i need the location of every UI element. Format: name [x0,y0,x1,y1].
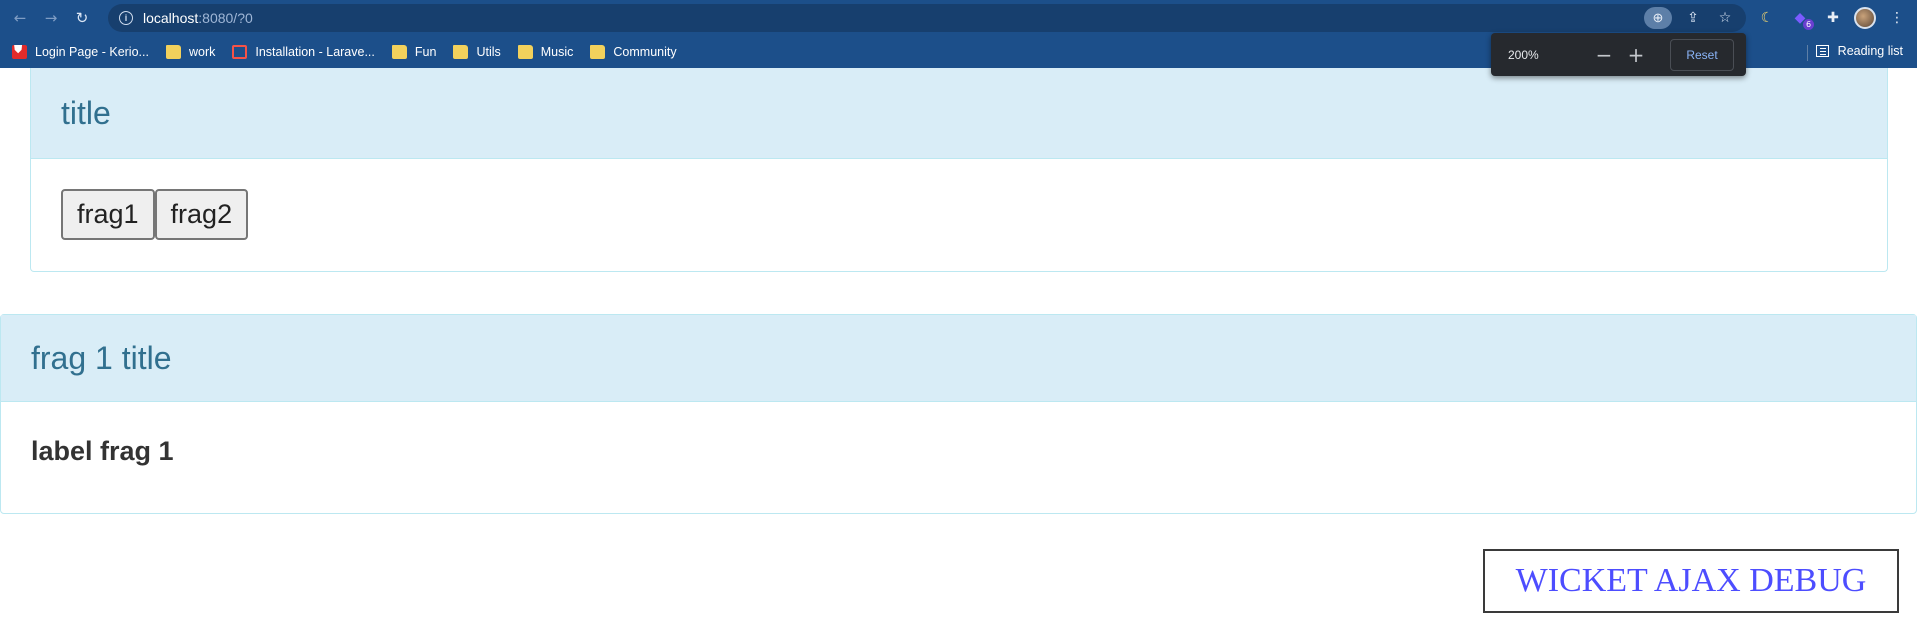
url-host: localhost [143,10,199,26]
bookmark-label: Installation - Larave... [255,45,375,59]
bookmark-work[interactable]: work [165,45,216,59]
bookmark-label: work [188,45,216,59]
zoom-reset-button[interactable]: Reset [1670,38,1734,71]
reading-list-button[interactable]: Reading list [1815,44,1903,58]
dark-mode-moon-icon[interactable]: ☾ [1755,6,1779,30]
zoom-level: 200% [1508,47,1539,62]
folder-icon [453,45,469,59]
bookmark-label: Login Page - Kerio... [35,45,149,59]
bookmark-community[interactable]: Community [590,45,677,59]
address-bar[interactable]: i localhost:8080/?0 ⊕ ⇪ ☆ [108,4,1746,32]
browser-toolbar: ← → ↻ i localhost:8080/?0 ⊕ ⇪ ☆ ☾ ◆ 6 ✚ ⋮ [0,0,1917,36]
bookmark-utils[interactable]: Utils [453,45,501,59]
extension-icon[interactable]: ◆ 6 [1788,6,1814,30]
fragment-label: label frag 1 [31,436,174,466]
bookmark-label: Community [613,45,677,59]
folder-icon [165,45,181,59]
url-text[interactable]: localhost:8080/?0 [143,10,253,26]
zoom-magnifier-icon[interactable]: ⊕ [1644,7,1672,29]
bookmark-label: Utils [476,45,501,59]
main-panel-title: title [31,68,1887,159]
zoom-in-icon[interactable]: + [1620,43,1652,67]
reload-icon[interactable]: ↻ [71,7,93,29]
extension-badge: 6 [1803,19,1814,30]
bookmark-star-icon[interactable]: ☆ [1714,7,1736,29]
bookmark-label: Fun [414,45,437,59]
fragment-panel: frag 1 title label frag 1 [0,314,1917,514]
bookmark-login-page-kerio[interactable]: Login Page - Kerio... [12,43,149,59]
site-info-icon[interactable]: i [119,11,133,25]
folder-icon [590,45,606,59]
bookmark-installation-laravel[interactable]: Installation - Larave... [232,45,375,59]
back-arrow-icon[interactable]: ← [9,7,31,29]
zoom-out-icon[interactable]: − [1588,43,1620,67]
bookmarks-divider [1807,45,1808,61]
extensions-puzzle-icon[interactable]: ✚ [1821,6,1845,30]
laravel-icon [232,45,248,59]
folder-icon [517,45,533,59]
reading-list-icon [1815,45,1829,57]
bookmark-music[interactable]: Music [517,45,574,59]
profile-avatar[interactable] [1854,7,1876,29]
wicket-ajax-debug-link[interactable]: WICKET AJAX DEBUG [1483,549,1899,613]
fragment-panel-title: frag 1 title [1,315,1916,402]
forward-arrow-icon[interactable]: → [40,7,62,29]
frag1-button[interactable]: frag1 [61,189,155,240]
folder-icon [391,45,407,59]
main-panel-body: frag1 frag2 [31,159,1887,240]
bookmark-fun[interactable]: Fun [391,45,437,59]
kerio-shield-icon [12,43,27,59]
bookmark-label: Music [540,45,574,59]
share-icon[interactable]: ⇪ [1682,7,1704,29]
browser-menu-icon[interactable]: ⋮ [1885,6,1909,30]
frag2-button[interactable]: frag2 [154,189,249,240]
reading-list-label: Reading list [1837,44,1903,58]
zoom-popup: 200% − + Reset [1491,33,1746,76]
url-path: :8080/?0 [198,10,253,26]
main-panel: title frag1 frag2 [30,68,1888,272]
